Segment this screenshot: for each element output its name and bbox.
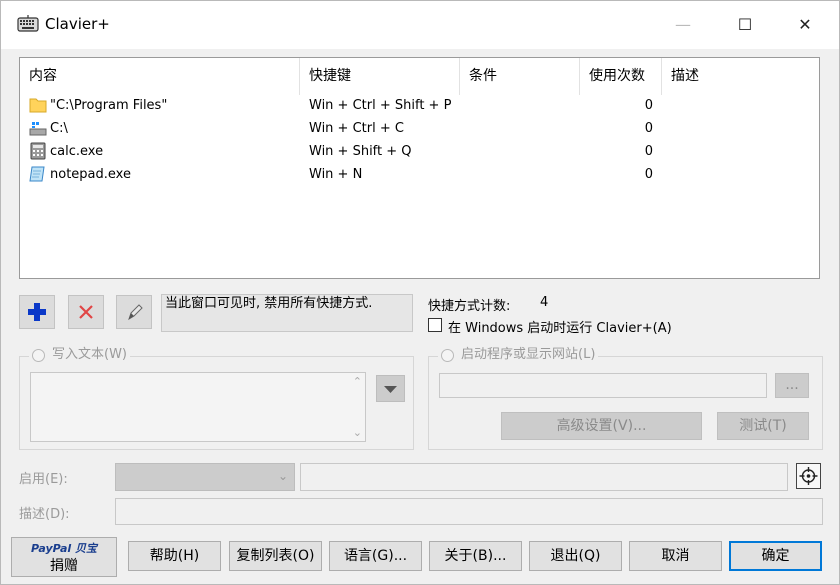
chevron-down-icon: ⌄ (277, 469, 288, 483)
row-shortcut: Win + Shift + Q (309, 144, 412, 159)
shortcut-count-value: 4 (540, 295, 549, 310)
ok-button[interactable]: 确定 (729, 541, 822, 571)
title-bar: Clavier+ — ☐ ✕ (1, 1, 839, 49)
browse-button[interactable]: ... (775, 373, 809, 398)
test-button[interactable]: 测试(T) (717, 412, 809, 440)
table-row[interactable]: C:\ Win + Ctrl + C 0 (20, 117, 819, 140)
close-button[interactable]: ✕ (777, 1, 833, 49)
column-header-shortcut[interactable]: 快捷键 (300, 58, 460, 95)
write-text-radio-wrap[interactable]: 写入文本(W) (29, 346, 130, 364)
calculator-icon (30, 142, 46, 160)
pencil-icon (128, 304, 143, 321)
launch-radio-wrap[interactable]: 启动程序或显示网站(L) (438, 346, 599, 364)
column-header-content[interactable]: 内容 (20, 58, 300, 95)
minimize-button[interactable]: — (655, 1, 711, 49)
maximize-button[interactable]: ☐ (717, 1, 773, 49)
column-header-description[interactable]: 描述 (662, 58, 819, 95)
window-picker-button[interactable] (796, 463, 821, 489)
language-button[interactable]: 语言(G)... (329, 541, 422, 571)
table-row[interactable]: notepad.exe Win + N 0 (20, 163, 819, 186)
row-count: 0 (644, 167, 653, 182)
donate-label: 捐赠 (50, 558, 78, 574)
row-content: C:\ (50, 121, 68, 136)
delete-shortcut-button[interactable] (68, 295, 104, 329)
crosshair-icon (799, 467, 818, 485)
write-text-radio[interactable] (32, 349, 45, 362)
row-shortcut: Win + N (309, 167, 363, 182)
add-shortcut-button[interactable] (19, 295, 55, 329)
shortcut-list[interactable]: 内容 快捷键 条件 使用次数 描述 "C:\Program Files" Win… (19, 57, 820, 279)
launch-program-radio[interactable] (441, 349, 454, 362)
plus-icon (28, 303, 46, 321)
table-row[interactable]: calc.exe Win + Shift + Q 0 (20, 140, 819, 163)
delete-icon (79, 305, 93, 319)
row-content: notepad.exe (50, 167, 131, 182)
triangle-down-icon (384, 386, 397, 393)
write-text-label: 写入文本(W) (52, 347, 127, 362)
folder-icon (29, 98, 47, 113)
exit-button[interactable]: 退出(Q) (529, 541, 622, 571)
window-title: Clavier+ (45, 15, 110, 33)
paypal-donate-button[interactable]: PayPal 贝宝 捐赠 (11, 537, 117, 577)
edit-shortcut-button[interactable] (116, 295, 152, 329)
enable-dropdown[interactable]: ⌄ (115, 463, 295, 491)
write-text-area[interactable]: ⌃ ⌄ (30, 372, 366, 442)
notepad-icon (29, 166, 45, 182)
column-header-count[interactable]: 使用次数 (580, 58, 662, 95)
shortcut-count-label: 快捷方式计数: (428, 299, 511, 314)
row-count: 0 (644, 98, 653, 113)
info-text: 当此窗口可见时, 禁用所有快捷方式. (161, 294, 413, 332)
keyboard-icon (17, 15, 39, 32)
main-window: Clavier+ — ☐ ✕ 内容 快捷键 条件 使用次数 描述 "C:\Pro… (0, 0, 840, 585)
special-keys-dropdown[interactable] (376, 375, 405, 402)
scroll-up-icon[interactable]: ⌃ (353, 375, 362, 388)
about-button[interactable]: 关于(B)... (429, 541, 522, 571)
row-shortcut: Win + Ctrl + Shift + P (309, 98, 452, 113)
row-content: "C:\Program Files" (50, 98, 168, 113)
help-button[interactable]: 帮助(H) (128, 541, 221, 571)
enable-condition-input[interactable] (300, 463, 788, 491)
cancel-button[interactable]: 取消 (629, 541, 722, 571)
program-path-input[interactable] (439, 373, 767, 398)
startup-checkbox[interactable] (428, 318, 442, 332)
column-header-condition[interactable]: 条件 (460, 58, 580, 95)
copy-list-button[interactable]: 复制列表(O) (229, 541, 322, 571)
startup-checkbox-label[interactable]: 在 Windows 启动时运行 Clavier+(A) (448, 317, 672, 336)
scroll-down-icon[interactable]: ⌄ (353, 426, 362, 439)
drive-icon (29, 122, 47, 136)
row-shortcut: Win + Ctrl + C (309, 121, 404, 136)
advanced-settings-button[interactable]: 高级设置(V)... (501, 412, 702, 440)
row-count: 0 (644, 121, 653, 136)
enable-label: 启用(E): (19, 472, 68, 487)
row-count: 0 (644, 144, 653, 159)
launch-program-label: 启动程序或显示网站(L) (461, 347, 596, 362)
description-label: 描述(D): (19, 507, 70, 522)
paypal-logo: PayPal 贝宝 (31, 542, 97, 555)
description-input[interactable] (115, 498, 823, 525)
row-content: calc.exe (50, 144, 104, 159)
table-row[interactable]: "C:\Program Files" Win + Ctrl + Shift + … (20, 94, 819, 117)
